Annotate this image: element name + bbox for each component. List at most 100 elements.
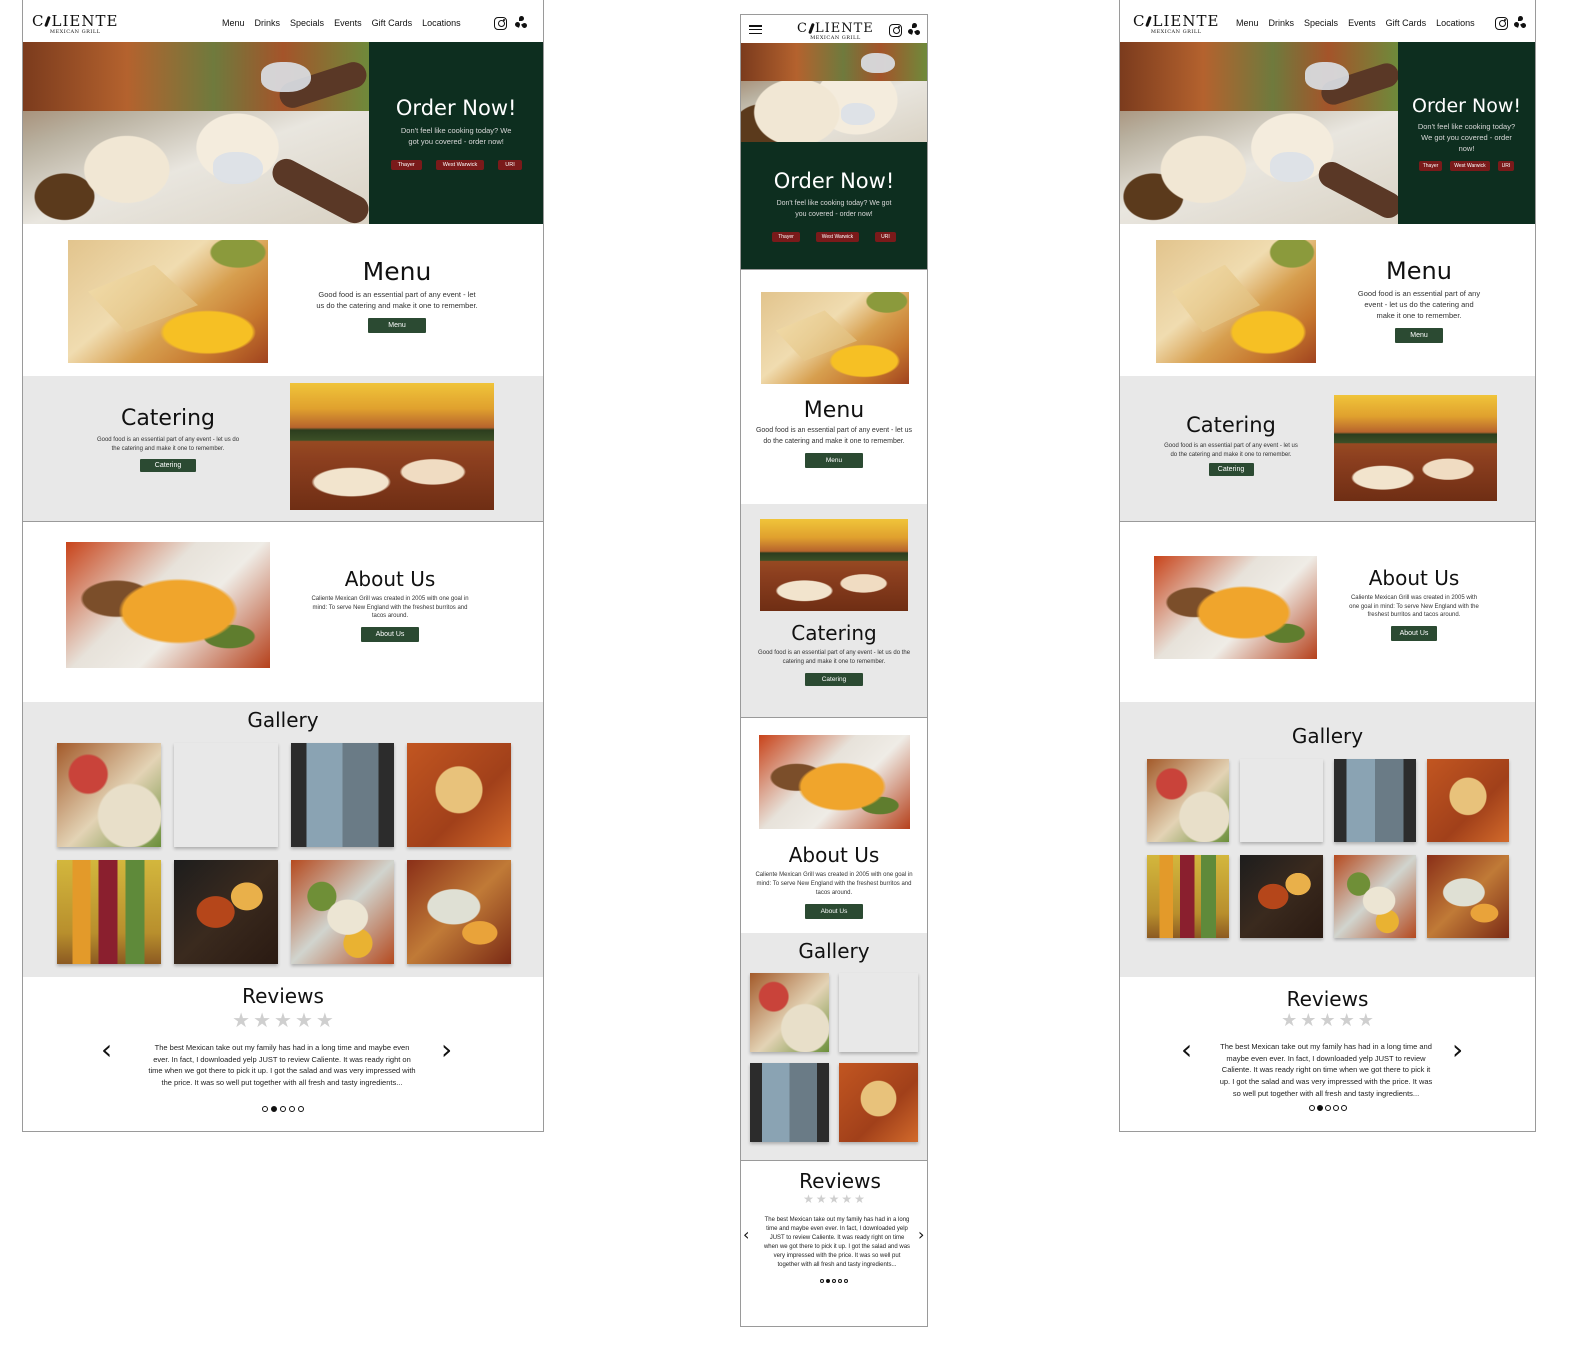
instagram-icon[interactable] <box>494 16 507 30</box>
location-uri-button[interactable]: URI <box>1497 160 1515 171</box>
hamburger-menu-icon[interactable] <box>749 25 762 34</box>
nav-link-gift-cards[interactable]: Gift Cards <box>1386 18 1427 28</box>
review-pagination <box>741 1279 927 1283</box>
brand-logo[interactable]: C LIENTE MEXICAN GRILL <box>797 22 874 41</box>
nav-link-menu[interactable]: Menu <box>222 18 245 28</box>
about-button[interactable]: About Us <box>361 627 419 643</box>
nav-link-drinks[interactable]: Drinks <box>255 18 281 28</box>
star-icon: ★ <box>232 1010 251 1032</box>
location-uri-button[interactable]: URI <box>498 159 522 170</box>
pagination-dot[interactable] <box>832 1279 836 1283</box>
chevron-left-icon[interactable]: ‹ <box>101 1033 112 1066</box>
location-west-warwick-button[interactable]: West Warwick <box>1450 160 1490 171</box>
chevron-right-icon[interactable]: › <box>441 1033 452 1066</box>
about-title: About Us <box>344 567 436 591</box>
hero-photo <box>23 42 370 224</box>
nav-link-events[interactable]: Events <box>334 18 362 28</box>
star-rating: ★ ★ ★ ★ ★ <box>23 1008 543 1033</box>
pagination-dot[interactable] <box>298 1106 304 1112</box>
menu-button[interactable]: Menu <box>805 453 863 468</box>
mobile-nav: C LIENTE MEXICAN GRILL <box>741 15 927 43</box>
star-icon: ★ <box>1300 1010 1317 1030</box>
catering-title: Catering <box>791 621 877 645</box>
catering-button[interactable]: Catering <box>140 459 196 473</box>
gallery-image[interactable] <box>57 860 161 964</box>
about-button[interactable]: About Us <box>1391 626 1437 642</box>
pagination-dot[interactable] <box>820 1279 824 1283</box>
pagination-dot[interactable] <box>1308 1105 1315 1111</box>
yelp-icon[interactable] <box>1513 16 1527 30</box>
brand-logo[interactable]: C LIENTE MEXICAN GRILL <box>1133 14 1219 35</box>
pagination-dot[interactable] <box>1332 1105 1339 1111</box>
chevron-right-icon[interactable]: › <box>918 1225 924 1244</box>
location-thayer-button[interactable]: Thayer <box>1418 160 1443 171</box>
nav-link-specials[interactable]: Specials <box>1304 18 1338 28</box>
chevron-left-icon[interactable]: ‹ <box>1181 1033 1192 1066</box>
yelp-icon[interactable] <box>514 16 528 30</box>
instagram-icon[interactable] <box>889 23 902 37</box>
pagination-dot[interactable] <box>262 1106 268 1112</box>
menu-section: Menu Good food is an essential part of a… <box>23 224 543 376</box>
nav-link-gift-cards[interactable]: Gift Cards <box>372 18 413 28</box>
pagination-dot-active[interactable] <box>271 1106 277 1112</box>
top-nav: C LIENTE MEXICAN GRILL Menu Drinks Specia… <box>1120 0 1535 42</box>
star-rating: ★ ★ ★ ★ ★ <box>1120 1010 1535 1031</box>
gallery-image[interactable] <box>1333 855 1416 938</box>
pagination-dot[interactable] <box>838 1279 842 1283</box>
gallery-image[interactable] <box>174 743 278 847</box>
chevron-right-icon[interactable]: › <box>1452 1033 1463 1066</box>
catering-button[interactable]: Catering <box>805 673 863 686</box>
gallery-image[interactable] <box>290 743 395 847</box>
pagination-dot[interactable] <box>844 1279 848 1283</box>
nav-link-locations[interactable]: Locations <box>1436 18 1475 28</box>
gallery-image[interactable] <box>1147 855 1230 938</box>
location-west-warwick-button[interactable]: West Warwick <box>435 159 485 170</box>
star-icon: ★ <box>274 1010 292 1032</box>
gallery-image[interactable] <box>839 1063 918 1142</box>
gallery-image[interactable] <box>1240 855 1323 938</box>
gallery-image[interactable] <box>57 743 161 847</box>
menu-button[interactable]: Menu <box>1395 327 1443 343</box>
pagination-dot[interactable] <box>1340 1105 1347 1111</box>
pagination-dot[interactable] <box>289 1106 295 1112</box>
gallery-image[interactable] <box>750 1063 829 1142</box>
gallery-grid <box>750 973 918 1142</box>
gallery-image[interactable] <box>1240 759 1322 842</box>
gallery-image[interactable] <box>839 973 918 1052</box>
gallery-image[interactable] <box>1426 855 1509 938</box>
about-button[interactable]: About Us <box>805 904 863 919</box>
gallery-image[interactable] <box>407 860 511 964</box>
hero-photo <box>1120 42 1398 224</box>
chevron-left-icon[interactable]: ‹ <box>743 1225 749 1244</box>
gallery-image[interactable] <box>173 860 278 964</box>
pagination-dot[interactable] <box>280 1106 286 1112</box>
catering-photo <box>290 383 494 510</box>
nav-link-drinks[interactable]: Drinks <box>1269 18 1295 28</box>
gallery-image[interactable] <box>290 860 395 964</box>
gallery-image[interactable] <box>750 973 829 1052</box>
brand-logo[interactable]: C LIENTE MEXICAN GRILL <box>32 14 118 35</box>
location-thayer-button[interactable]: Thayer <box>390 159 422 170</box>
location-thayer-button[interactable]: Thayer <box>772 232 800 242</box>
location-west-warwick-button[interactable]: West Warwick <box>815 232 860 242</box>
pagination-dot-active[interactable] <box>826 1279 830 1283</box>
catering-button[interactable]: Catering <box>1208 463 1254 477</box>
instagram-icon[interactable] <box>1495 16 1508 30</box>
gallery-image[interactable] <box>1426 759 1509 842</box>
menu-button[interactable]: Menu <box>368 317 426 333</box>
nav-link-locations[interactable]: Locations <box>422 18 461 28</box>
catering-photo <box>760 519 908 611</box>
gallery-image[interactable] <box>407 743 511 847</box>
gallery-section: Gallery <box>1120 702 1535 977</box>
pagination-dot[interactable] <box>1324 1105 1331 1111</box>
nav-link-events[interactable]: Events <box>1348 18 1376 28</box>
nav-link-menu[interactable]: Menu <box>1236 18 1259 28</box>
gallery-image[interactable] <box>1333 759 1416 842</box>
pagination-dot-active[interactable] <box>1316 1105 1323 1111</box>
nav-link-specials[interactable]: Specials <box>290 18 324 28</box>
gallery-image[interactable] <box>1147 759 1230 842</box>
location-uri-button[interactable]: URI <box>875 232 896 242</box>
yelp-icon[interactable] <box>907 23 921 37</box>
menu-section: Menu Good food is an essential part of a… <box>1120 224 1535 376</box>
reviews-title: Reviews <box>1286 987 1369 1011</box>
